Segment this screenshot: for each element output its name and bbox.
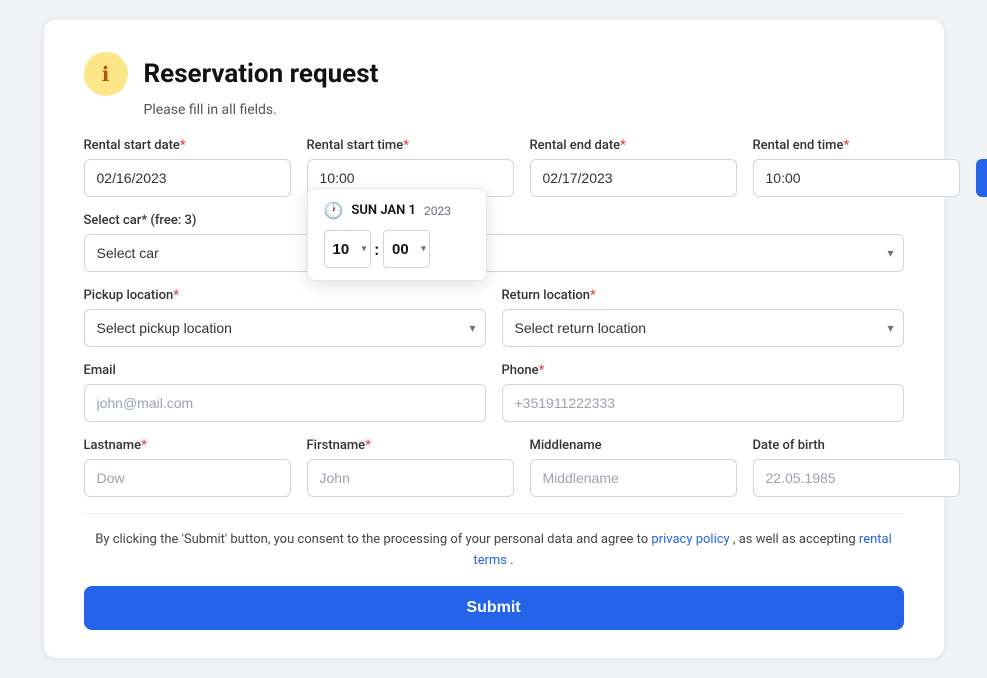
phone-input[interactable] bbox=[502, 384, 904, 422]
select-car-select[interactable]: Select car bbox=[84, 234, 904, 272]
dob-input[interactable] bbox=[753, 459, 960, 497]
reservation-card: ℹ Reservation request Please fill in all… bbox=[44, 20, 944, 658]
minute-select-wrap: 00 ▾ bbox=[383, 230, 430, 268]
email-group: Email bbox=[84, 363, 486, 422]
dob-group: Date of birth bbox=[753, 438, 960, 497]
search-button[interactable]: Search bbox=[976, 159, 987, 197]
time-picker-popup: 🕐 SUN JAN 1 2023 10 ▾ : bbox=[307, 188, 487, 281]
rental-start-date-input[interactable] bbox=[84, 159, 291, 197]
rental-end-date-input[interactable] bbox=[530, 159, 737, 197]
rental-start-date-group: Rental start date* bbox=[84, 138, 291, 197]
rental-end-time-label: Rental end time* bbox=[753, 138, 960, 153]
submit-button[interactable]: Submit bbox=[84, 586, 904, 630]
rental-end-date-label: Rental end date* bbox=[530, 138, 737, 153]
hour-select[interactable]: 10 bbox=[324, 230, 371, 268]
return-location-group: Return location* Select return location … bbox=[502, 288, 904, 347]
pickup-location-wrapper: Select pickup location ▾ bbox=[84, 309, 486, 347]
consent-text: By clicking the 'Submit' button, you con… bbox=[84, 530, 904, 572]
minute-select[interactable]: 00 bbox=[383, 230, 430, 268]
lastname-group: Lastname* bbox=[84, 438, 291, 497]
middlename-input[interactable] bbox=[530, 459, 737, 497]
location-row: Pickup location* Select pickup location … bbox=[84, 288, 904, 347]
phone-group: Phone* bbox=[502, 363, 904, 422]
info-icon: ℹ bbox=[84, 52, 128, 96]
pickup-location-group: Pickup location* Select pickup location … bbox=[84, 288, 486, 347]
middlename-group: Middlename bbox=[530, 438, 737, 497]
dob-label: Date of birth bbox=[753, 438, 960, 453]
clock-icon: 🕐 bbox=[324, 201, 344, 220]
popup-header: 🕐 SUN JAN 1 2023 bbox=[324, 201, 470, 220]
rental-start-date-label: Rental start date* bbox=[84, 138, 291, 153]
divider bbox=[84, 513, 904, 514]
name-row: Lastname* Firstname* Middlename Date of … bbox=[84, 438, 904, 497]
popup-day: SUN JAN 1 bbox=[351, 203, 416, 218]
select-car-wrapper: Select car ▾ bbox=[84, 234, 904, 272]
return-location-select[interactable]: Select return location bbox=[502, 309, 904, 347]
time-separator: : bbox=[375, 240, 380, 259]
rental-end-time-input[interactable] bbox=[753, 159, 960, 197]
page-title: Reservation request bbox=[144, 59, 379, 89]
lastname-input[interactable] bbox=[84, 459, 291, 497]
return-location-label: Return location* bbox=[502, 288, 904, 303]
hour-select-wrap: 10 ▾ bbox=[324, 230, 371, 268]
car-row: Select car* (free: 3) Select car ▾ bbox=[84, 213, 904, 272]
privacy-policy-link[interactable]: privacy policy bbox=[651, 532, 729, 547]
phone-label: Phone* bbox=[502, 363, 904, 378]
contact-row: Email Phone* bbox=[84, 363, 904, 422]
middlename-label: Middlename bbox=[530, 438, 737, 453]
select-car-label: Select car* (free: 3) bbox=[84, 213, 904, 228]
time-selects: 10 ▾ : 00 ▾ bbox=[324, 230, 470, 268]
email-input[interactable] bbox=[84, 384, 486, 422]
rental-start-time-label: Rental start time* bbox=[307, 138, 514, 153]
card-header: ℹ Reservation request bbox=[84, 52, 904, 96]
email-label: Email bbox=[84, 363, 486, 378]
rental-end-date-group: Rental end date* bbox=[530, 138, 737, 197]
return-location-wrapper: Select return location ▾ bbox=[502, 309, 904, 347]
dates-row: Rental start date* Rental start time* 🕐 … bbox=[84, 138, 904, 197]
pickup-location-label: Pickup location* bbox=[84, 288, 486, 303]
rental-start-time-group: Rental start time* 🕐 SUN JAN 1 2023 10 bbox=[307, 138, 514, 197]
firstname-group: Firstname* bbox=[307, 438, 514, 497]
pickup-location-select[interactable]: Select pickup location bbox=[84, 309, 486, 347]
subtitle: Please fill in all fields. bbox=[144, 102, 904, 118]
firstname-input[interactable] bbox=[307, 459, 514, 497]
lastname-label: Lastname* bbox=[84, 438, 291, 453]
firstname-label: Firstname* bbox=[307, 438, 514, 453]
select-car-group: Select car* (free: 3) Select car ▾ bbox=[84, 213, 904, 272]
popup-year: 2023 bbox=[424, 204, 451, 218]
rental-end-time-group: Rental end time* bbox=[753, 138, 960, 197]
